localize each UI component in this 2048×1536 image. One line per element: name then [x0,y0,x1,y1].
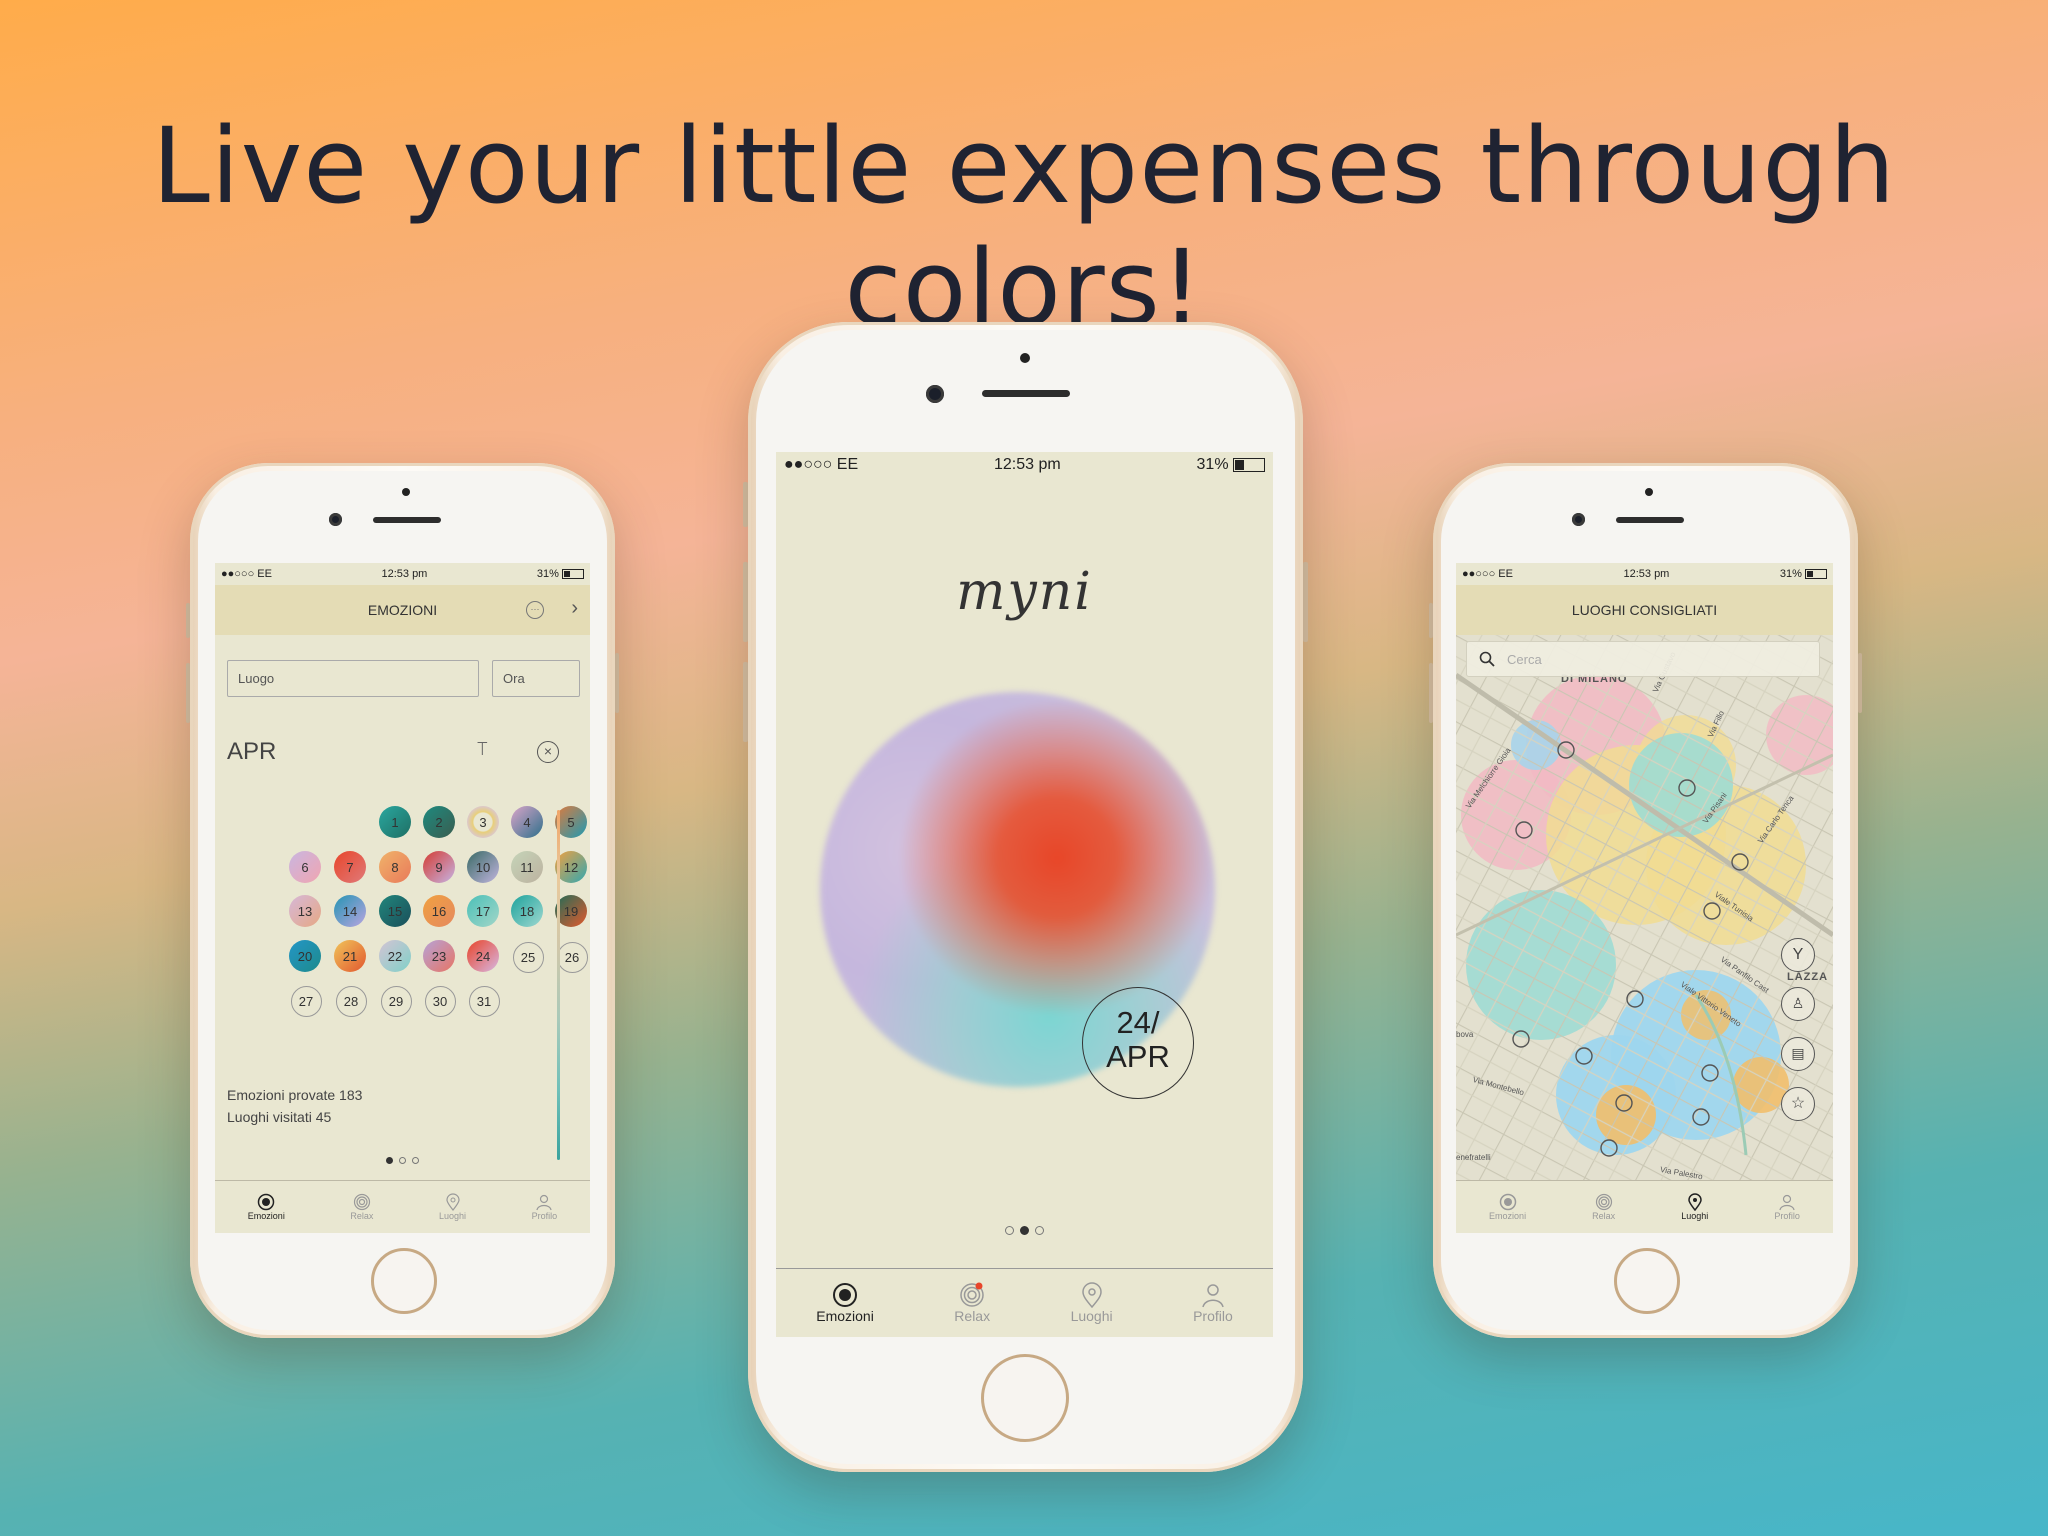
tab-profilo[interactable]: Profilo [1774,1193,1800,1221]
map-label-fatebene: enefratelli [1456,1153,1491,1162]
tab-relax[interactable]: Relax [954,1282,990,1324]
map-search-input[interactable]: Cerca [1466,641,1820,677]
lock-filter-button[interactable]: ♙ [1781,987,1815,1021]
left-screen: ●●○○○ EE 12:53 pm 31% EMOZIONI ⋯ › Luogo… [215,563,590,1233]
cocktail-icon: Y [1792,946,1804,963]
tab-bar: Emozioni Relax Luoghi Profilo [776,1268,1273,1337]
store-icon: ▤ [1791,1045,1805,1061]
rings-icon [960,1282,984,1307]
star-filter-button[interactable]: ☆ [1781,1087,1815,1121]
shop-filter-button[interactable]: ▤ [1781,1037,1815,1071]
battery-icon [1233,457,1265,472]
target-icon [258,1193,275,1211]
rings-icon [1595,1193,1612,1211]
date-month: APR [1106,1039,1170,1074]
battery-icon [1804,569,1827,580]
calendar-day[interactable]: 10 [467,851,499,883]
map-label-bova: bova [1456,1030,1474,1039]
calendar-day[interactable]: 11 [511,851,543,883]
user-icon [1202,1284,1224,1308]
page-dots [215,1151,590,1169]
calendar-day[interactable]: 28 [335,985,367,1017]
calendar-day[interactable]: 1 [379,806,411,838]
status-signal: ●●○○○ EE [784,456,859,473]
rings-icon [353,1193,371,1211]
tab-emozioni[interactable]: Emozioni [248,1193,285,1221]
pin-icon [1688,1193,1702,1211]
status-time: 12:53 pm [1623,568,1670,580]
calendar-day[interactable]: 18 [511,895,543,927]
calendar-day[interactable]: 25 [512,941,544,973]
tab-luoghi[interactable]: Luoghi [1071,1282,1113,1324]
tab-luoghi[interactable]: Luoghi [1681,1193,1708,1221]
stats-line-2: Luoghi visitati 45 [227,1109,332,1125]
lock-icon: ♙ [1791,995,1805,1011]
search-icon [1479,651,1495,667]
right-screen: ●●○○○ EE 12:53 pm 31% LUOGHI CONSIGLIATI [1456,563,1833,1233]
headline: Live your little expenses through colors… [151,105,1897,349]
home-button[interactable] [981,1354,1069,1442]
tab-bar: Emozioni Relax Luoghi Profilo [215,1180,590,1233]
calendar-day[interactable]: 27 [290,985,322,1017]
target-icon [1499,1193,1516,1211]
date-badge[interactable]: 24/ APR [1082,987,1194,1099]
tab-relax[interactable]: Relax [350,1193,373,1221]
calendar-day[interactable]: 8 [379,851,411,883]
calendar-day[interactable]: 3 [467,806,499,838]
calendar-day[interactable]: 17 [467,895,499,927]
home-button[interactable] [1614,1248,1680,1314]
tab-emozioni[interactable]: Emozioni [816,1282,874,1324]
calendar-day[interactable]: 16 [423,895,455,927]
date-day: 24/ [1116,1005,1160,1040]
center-phone: ●●○○○ EE 12:53 pm 31% myni 24/ APR Emozi… [743,322,1308,1472]
calendar-day[interactable]: 14 [334,895,366,927]
user-icon [1779,1194,1795,1211]
calendar-day[interactable]: 30 [424,985,456,1017]
calendar-day[interactable]: 13 [289,895,321,927]
calendar-day[interactable]: 21 [334,940,366,972]
calendar-day[interactable]: 26 [556,941,588,973]
page-dots [776,1222,1273,1240]
calendar-day[interactable]: 15 [379,895,411,927]
calendar-day[interactable]: 2 [423,806,455,838]
star-icon: ☆ [1790,1095,1806,1112]
spectrum-bar [557,810,560,1160]
calendar-day[interactable]: 22 [379,940,411,972]
calendar-grid: 1 2 3 4 5 6 7 8 9 10 11 12 13 14 15 16 17 18 19 20 21 22 23 24 2… [215,563,590,1233]
home-button[interactable] [371,1248,437,1314]
calendar-day[interactable]: 9 [423,851,455,883]
status-battery: 31% [1779,568,1802,580]
left-phone: ●●○○○ EE 12:53 pm 31% EMOZIONI ⋯ › Luogo… [186,463,619,1338]
pin-icon [1081,1282,1102,1308]
status-signal: ●●○○○ EE [1462,568,1513,580]
calendar-day[interactable]: 4 [511,806,543,838]
calendar-day[interactable]: 23 [423,940,455,972]
tab-emozioni[interactable]: Emozioni [1489,1193,1526,1221]
tab-profilo[interactable]: Profilo [1193,1282,1233,1324]
right-phone: ●●○○○ EE 12:53 pm 31% LUOGHI CONSIGLIATI [1429,463,1862,1338]
status-battery: 31% [1196,456,1229,473]
center-screen: ●●○○○ EE 12:53 pm 31% myni 24/ APR Emozi… [776,452,1273,1337]
map-streets [1456,635,1833,1181]
calendar-day[interactable]: 24 [467,940,499,972]
map-view[interactable]: DI MILANO Via Gustavo Via Fillo Via Melc… [1456,635,1833,1181]
user-icon [536,1194,552,1211]
status-time: 12:53 pm [993,456,1061,473]
calendar-day[interactable]: 31 [468,985,500,1017]
page-title: LUOGHI CONSIGLIATI [1571,602,1718,618]
calendar-day[interactable]: 20 [289,940,321,972]
tab-bar: Emozioni Relax Luoghi Profilo [1456,1180,1833,1233]
calendar-day[interactable]: 29 [380,985,412,1017]
tab-relax[interactable]: Relax [1592,1193,1615,1221]
calendar-day[interactable]: 6 [289,851,321,883]
calendar-day[interactable]: 7 [334,851,366,883]
pin-icon [445,1193,460,1211]
tab-luoghi[interactable]: Luoghi [439,1193,466,1221]
cocktail-filter-button[interactable]: Y [1781,938,1815,972]
tab-profilo[interactable]: Profilo [532,1193,557,1221]
target-icon [833,1283,858,1307]
app-logo: myni [956,562,1093,622]
map-label-lazza: LAZZA [1787,971,1829,983]
stats-line-1: Emozioni provate 183 [227,1087,363,1103]
